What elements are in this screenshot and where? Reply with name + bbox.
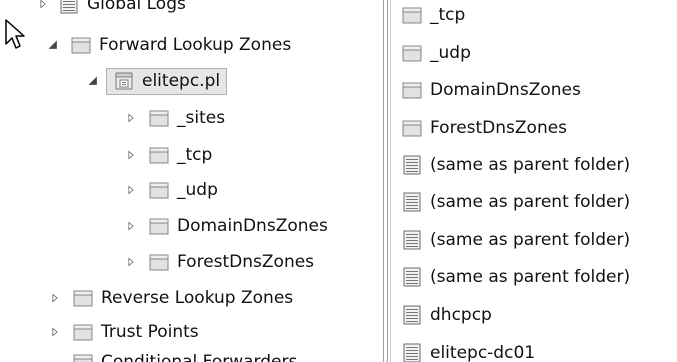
list-item[interactable]: _tcp (401, 0, 465, 30)
folder-icon (148, 107, 170, 129)
list-item-label: (same as parent folder) (430, 155, 631, 175)
collapsed-arrow-icon[interactable] (124, 148, 138, 162)
collapsed-arrow-icon[interactable] (124, 111, 138, 125)
tree-item-trust-points[interactable]: Trust Points (48, 317, 199, 347)
tree-item-label: _tcp (177, 145, 213, 165)
list-item-label: (same as parent folder) (430, 192, 631, 212)
list-item-label: (same as parent folder) (430, 267, 631, 287)
list-item[interactable]: ForestDnsZones (401, 113, 567, 143)
list-item-label: dhcpcp (430, 305, 492, 325)
record-icon (401, 342, 423, 362)
folder-icon (72, 321, 94, 343)
tree-item-label: elitepc.pl (142, 70, 221, 91)
list-item-label: _tcp (430, 5, 466, 25)
folder-icon (72, 351, 94, 362)
tree-item-zone-elitepc[interactable]: elitepc.pl (86, 66, 228, 96)
tree-item-label: DomainDnsZones (177, 216, 328, 236)
collapsed-arrow-icon[interactable] (124, 255, 138, 269)
list-item[interactable]: (same as parent folder) (401, 225, 630, 255)
collapsed-arrow-icon[interactable] (48, 325, 62, 339)
tree-item-label: Forward Lookup Zones (99, 35, 292, 55)
tree-item-forestdnszones[interactable]: ForestDnsZones (124, 247, 314, 277)
collapsed-arrow-icon[interactable] (124, 219, 138, 233)
pane-splitter[interactable] (382, 0, 393, 362)
folder-icon (72, 287, 94, 309)
list-item-label: _udp (430, 43, 471, 63)
mouse-cursor-icon (5, 19, 25, 49)
dns-tree-pane: Global Logs Forward Lookup Zones elitepc… (0, 0, 382, 362)
folder-icon (401, 117, 423, 139)
list-item-label: ForestDnsZones (430, 118, 568, 138)
tree-item-label: ForestDnsZones (177, 252, 315, 272)
list-item-label: elitepc-dc01 (430, 343, 536, 362)
tree-item-conditional-forwarders[interactable]: Conditional Forwarders (48, 347, 297, 362)
tree-item-label: Trust Points (101, 322, 199, 342)
tree-item-reverse-lookup-zones[interactable]: Reverse Lookup Zones (48, 283, 293, 313)
record-icon (401, 154, 423, 176)
folder-icon (401, 79, 423, 101)
tree-item-label: _udp (177, 180, 218, 200)
tree-item-domaindnszones[interactable]: DomainDnsZones (124, 211, 328, 241)
tree-item-forward-lookup-zones[interactable]: Forward Lookup Zones (46, 30, 291, 60)
tree-item-udp[interactable]: _udp (124, 175, 218, 205)
records-list-pane: _tcp _udp DomainDnsZones ForestDnsZones … (393, 0, 677, 362)
tree-item-tcp[interactable]: _tcp (124, 140, 212, 170)
folder-icon (148, 215, 170, 237)
tree-item-label: Reverse Lookup Zones (101, 288, 294, 308)
list-item-label: (same as parent folder) (430, 230, 631, 250)
tree-item-label: Conditional Forwarders (101, 352, 298, 362)
folder-icon (148, 179, 170, 201)
tree-item-label: _sites (177, 108, 226, 128)
record-icon (401, 229, 423, 251)
tree-item-label: Global Logs (87, 0, 186, 14)
list-item-label: DomainDnsZones (430, 80, 581, 100)
list-item[interactable]: DomainDnsZones (401, 75, 581, 105)
record-icon (401, 191, 423, 213)
collapsed-arrow-icon[interactable] (124, 183, 138, 197)
list-item[interactable]: _udp (401, 38, 471, 68)
list-item[interactable]: (same as parent folder) (401, 187, 630, 217)
list-item[interactable]: dhcpcp (401, 300, 492, 330)
tree-item-global-logs[interactable]: Global Logs (36, 0, 186, 19)
list-item[interactable]: (same as parent folder) (401, 262, 630, 292)
record-icon (401, 266, 423, 288)
folder-icon (148, 251, 170, 273)
folder-icon (148, 144, 170, 166)
expanded-arrow-icon[interactable] (86, 74, 100, 88)
folder-icon (401, 42, 423, 64)
collapsed-arrow-icon[interactable] (36, 0, 50, 11)
folder-icon (70, 34, 92, 56)
folder-icon (401, 4, 423, 26)
expanded-arrow-icon[interactable] (46, 38, 60, 52)
record-icon (401, 304, 423, 326)
log-icon (58, 0, 80, 15)
list-item[interactable]: elitepc-dc01 (401, 338, 535, 362)
selected-zone-highlight[interactable]: elitepc.pl (106, 67, 228, 95)
list-item[interactable]: (same as parent folder) (401, 150, 630, 180)
tree-item-sites[interactable]: _sites (124, 103, 225, 133)
zone-icon (113, 70, 135, 92)
collapsed-arrow-icon[interactable] (48, 291, 62, 305)
